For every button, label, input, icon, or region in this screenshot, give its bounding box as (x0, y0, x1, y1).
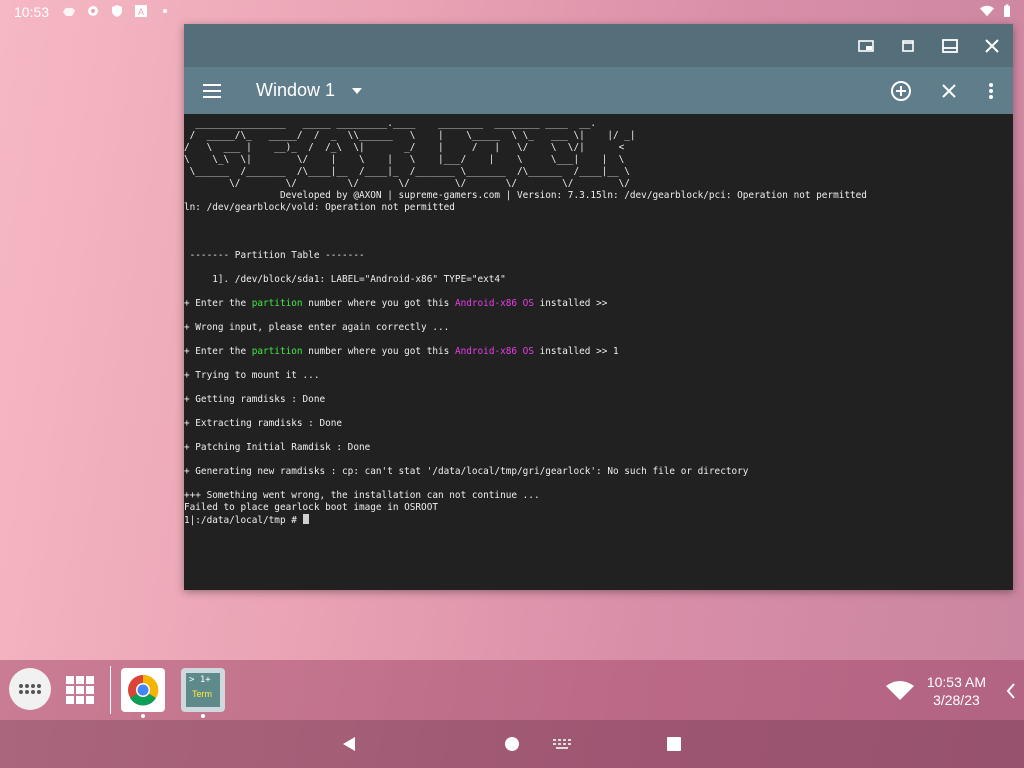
status-time: 10:53 (14, 4, 50, 20)
extracting-ramdisks-line: + Extracting ramdisks : Done (184, 418, 343, 429)
maximize-icon (942, 39, 958, 53)
failed-line: Failed to place gearlock boot image in O… (184, 502, 438, 513)
pip-icon (858, 40, 874, 52)
restore-icon (902, 40, 914, 52)
trying-mount-line: + Trying to mount it ... (184, 370, 320, 381)
battery-icon (1004, 4, 1010, 17)
terminal-app-button[interactable]: > 1+ Term (181, 668, 225, 712)
terminal-window: Window 1 ________________ _____ ________… (184, 24, 1013, 590)
generating-ramdisks-line: + Generating new ramdisks : cp: can't st… (184, 466, 749, 477)
navigation-bar (0, 720, 1024, 768)
keyboard-icon (553, 739, 571, 749)
window-titlebar[interactable] (184, 24, 1013, 67)
wifi-icon (980, 5, 994, 17)
svg-text:A: A (138, 7, 144, 17)
chrome-running-indicator (141, 714, 145, 718)
developed-line: Developed by @AXON | supreme-gamers.com … (184, 190, 867, 201)
error-line: +++ Something went wrong, the installati… (184, 490, 540, 501)
shell-prompt: 1|:/data/local/tmp # (184, 515, 303, 526)
font-icon: A (135, 5, 147, 17)
dropdown-icon (352, 88, 362, 94)
home-button[interactable] (500, 732, 524, 756)
partition-table-header: ------- Partition Table ------- (184, 250, 365, 261)
menu-button[interactable] (196, 75, 228, 107)
window-dropdown-button[interactable] (341, 75, 373, 107)
terminal-running-indicator (201, 714, 205, 718)
window-close-button[interactable] (977, 31, 1007, 61)
home-icon (505, 737, 519, 751)
taskbar-clock[interactable]: 10:53 AM 3/28/23 (927, 673, 986, 709)
app-drawer-button[interactable] (9, 668, 51, 710)
ascii-banner: ________________ _____ _________.____ __… (184, 118, 636, 189)
settings-gear-icon (88, 6, 98, 16)
recents-icon (667, 737, 681, 751)
maximize-button[interactable] (935, 31, 965, 61)
add-window-icon (891, 81, 911, 101)
chrome-icon (128, 674, 159, 706)
back-button[interactable] (337, 732, 361, 756)
getting-ramdisks-line: + Getting ramdisks : Done (184, 394, 326, 405)
status-bar: 10:53 A (0, 0, 1024, 24)
ln-error-line: ln: /dev/gearblock/vold: Operation not p… (184, 202, 455, 213)
terminal-app-icon: > 1+ Term (186, 673, 220, 707)
patching-ramdisk-line: + Patching Initial Ramdisk : Done (184, 442, 371, 453)
close-terminal-button[interactable] (933, 75, 965, 107)
close-window-icon (942, 84, 956, 98)
taskbar-wifi-icon[interactable] (886, 680, 914, 700)
all-apps-grid-icon (66, 676, 94, 704)
text-cursor (302, 514, 309, 524)
overflow-icon (989, 83, 993, 99)
chevron-left-icon[interactable] (1005, 682, 1017, 700)
back-icon (343, 737, 355, 751)
terminal-text: Developed by @AXON | supreme-gamers.com … (184, 190, 867, 526)
taskbar-divider (110, 666, 111, 714)
recents-button[interactable] (662, 732, 686, 756)
partition-entry: 1]. /dev/block/sda1: LABEL="Android-x86"… (184, 274, 506, 285)
window-title[interactable]: Window 1 (256, 80, 335, 101)
close-icon (985, 39, 999, 53)
wrong-input-line: + Wrong input, please enter again correc… (184, 322, 450, 333)
shield-icon (112, 5, 122, 17)
chrome-app-button[interactable] (121, 668, 165, 712)
taskbar: > 1+ Term 10:53 AM 3/28/23 (0, 660, 1024, 720)
terminal-output[interactable]: ________________ _____ _________.____ __… (184, 118, 1013, 588)
new-window-button[interactable] (885, 75, 917, 107)
menu-icon (203, 84, 221, 98)
keyboard-button[interactable] (550, 732, 574, 756)
all-apps-grid-button[interactable] (64, 674, 96, 706)
pip-button[interactable] (851, 31, 881, 61)
app-drawer-icon (19, 684, 41, 694)
weather-icon (63, 7, 75, 16)
terminal-app-bar: Window 1 (184, 67, 1013, 114)
dot-icon (163, 9, 167, 13)
overflow-menu-button[interactable] (975, 75, 1007, 107)
restore-button[interactable] (893, 31, 923, 61)
